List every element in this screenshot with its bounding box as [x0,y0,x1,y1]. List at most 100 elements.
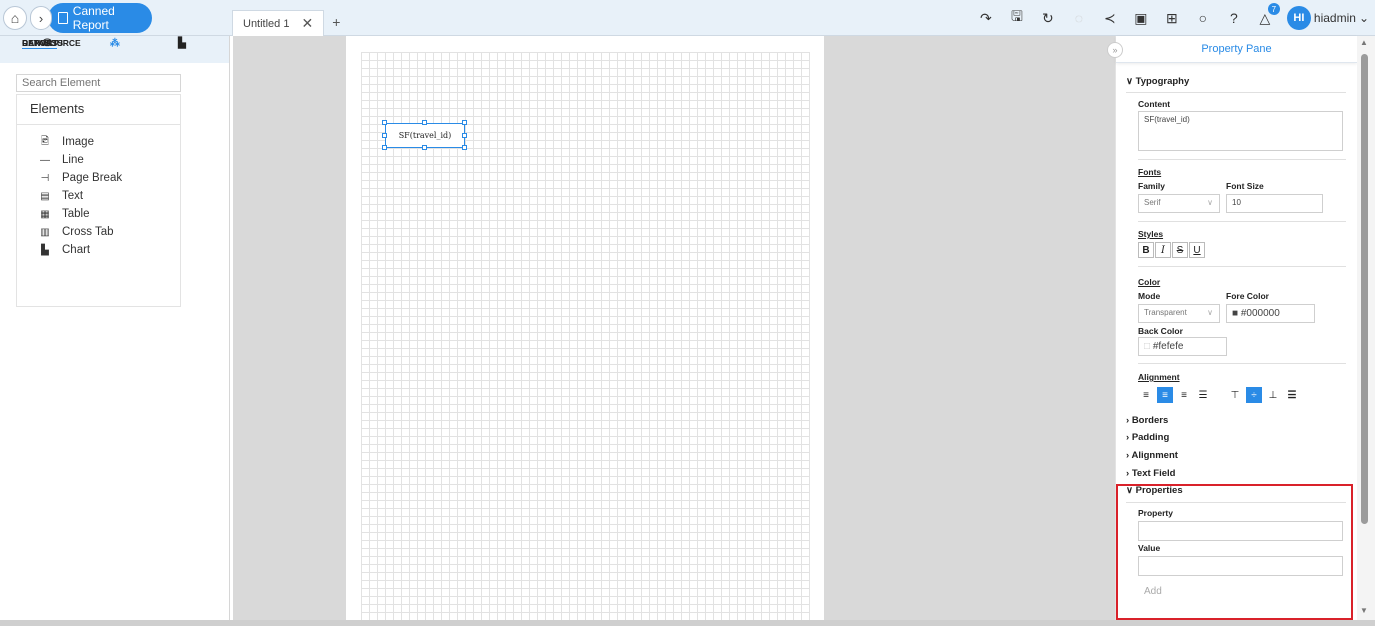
family-label: Family [1138,181,1165,191]
user-menu[interactable]: HI hiadmin ⌄ [1286,6,1369,30]
loading-icon: ◌ [1074,10,1084,26]
chart-icon: ▙ [178,38,186,49]
scroll-down-icon[interactable]: ▼ [1360,606,1368,615]
add-tab-button[interactable]: + [332,14,340,30]
alignment-label: Alignment [1138,372,1180,382]
resize-handle[interactable] [422,145,427,150]
mode-label: Mode [1138,291,1161,301]
redo-icon[interactable]: ↷ [977,9,995,27]
scroll-thumb[interactable] [1361,54,1368,524]
element-image[interactable]: 🖻 Image [38,133,180,151]
section-alignment[interactable]: › Alignment [1126,450,1178,461]
report-page[interactable]: SF(travel_id) [346,36,824,620]
resize-handle[interactable] [382,133,387,138]
collapse-pane-icon[interactable]: » [1107,42,1123,58]
canvas-area: SF(travel_id) [233,36,1115,620]
back-color-input[interactable]: □ #fefefe [1138,337,1227,356]
align-top-icon[interactable]: ⊤ [1227,387,1243,403]
align-center-icon[interactable]: ≡ [1157,387,1173,403]
align-justify-icon[interactable]: ☰ [1195,387,1211,403]
canvas-icon: ⁂ [109,38,120,49]
bottom-strip [0,620,1375,626]
bold-button[interactable]: B [1138,242,1154,258]
image-icon: 🖻 [40,135,50,147]
section-typography[interactable]: ∨ Typography [1126,76,1189,87]
home-icon[interactable]: ⌂ [3,6,27,30]
resize-handle[interactable] [462,120,467,125]
tab-label: Untitled 1 [243,17,290,30]
font-family-select[interactable]: Serif ∨ [1138,194,1220,213]
element-page-break[interactable]: ⊣ Page Break [38,169,180,187]
elements-box: Elements 🖻 Image — Line ⊣ Page Break ▤ T… [16,94,181,307]
resize-handle[interactable] [462,145,467,150]
elements-title: Elements [17,95,180,125]
section-borders[interactable]: › Borders [1126,415,1168,426]
styles-label: Styles [1138,229,1164,239]
chevron-right-icon: › [1126,468,1130,479]
refresh-icon[interactable]: ↻ [1039,9,1057,27]
properties-highlight [1116,484,1353,620]
table-icon: ▦ [40,208,50,220]
tab-reports[interactable]: ▙ REPORTS [22,36,186,63]
breadcrumb-chevron-icon[interactable]: › [30,6,52,30]
align-middle-icon[interactable]: ÷ [1246,387,1262,403]
element-line[interactable]: — Line [38,151,180,169]
color-label: Color [1138,277,1161,287]
tab-bar: Untitled 1 ✕ + [232,8,340,36]
divider [1138,159,1346,160]
fore-color-input[interactable]: ■ #000000 [1226,304,1315,323]
chart-icon: ▙ [41,244,49,256]
share-icon[interactable]: ≺ [1101,9,1119,27]
resize-handle[interactable] [462,133,467,138]
layout-icon[interactable]: ⊞ [1163,9,1181,27]
bell-icon[interactable]: △ 7 [1256,3,1280,27]
element-cross-tab[interactable]: ▥ Cross Tab [38,223,180,241]
help-icon[interactable]: ? [1225,9,1243,27]
left-panel: ⛁ DATASOURCE ⁂ CANVAS ▙ REPORTS Elements… [0,36,230,624]
canvas-grid[interactable]: SF(travel_id) [361,52,810,620]
pane-scrollbar[interactable]: ▲ ▼ [1357,36,1375,620]
divider [1138,221,1346,222]
element-table[interactable]: ▦ Table [38,205,180,223]
toolbar: ↷ 🖫 ↻ ◌ ≺ ▣ ⊞ ○ ? △ 7 HI hiadmin ⌄ [977,3,1369,32]
chevron-right-icon: › [1126,415,1130,426]
color-swatch-icon: ■ [1232,308,1239,319]
align-right-icon[interactable]: ≡ [1176,387,1192,403]
font-size-input[interactable]: 10 [1226,194,1323,213]
breadcrumb-canned-report[interactable]: Canned Report [48,3,152,33]
chevron-down-icon: ∨ [1207,198,1213,207]
element-chart[interactable]: ▙ Chart [38,241,180,259]
underline-button[interactable]: U [1189,242,1205,258]
page-break-icon: ⊣ [40,172,50,184]
top-bar: ⌂ Canned Report › Untitled 1 ✕ + ↷ 🖫 ↻ ◌… [0,0,1375,36]
strikethrough-button[interactable]: S [1172,242,1188,258]
save-icon[interactable]: 🖫 [1008,8,1026,27]
scroll-up-icon[interactable]: ▲ [1360,38,1368,47]
content-textarea[interactable]: SF(travel_id) [1138,111,1343,151]
close-icon[interactable]: ✕ [301,15,313,32]
tab-canvas[interactable]: ⁂ CANVAS [22,36,120,63]
italic-button[interactable]: I [1155,242,1171,258]
tab-untitled-1[interactable]: Untitled 1 ✕ [232,10,325,36]
align-bottom-icon[interactable]: ⊥ [1265,387,1281,403]
chevron-right-icon: › [1126,450,1130,461]
avatar: HI [1286,6,1311,30]
resize-handle[interactable] [422,120,427,125]
divider [1138,363,1346,364]
resize-handle[interactable] [382,145,387,150]
cross-tab-icon: ▥ [40,226,50,238]
preview-icon[interactable]: ▣ [1132,9,1150,27]
property-pane-title: Property Pane [1116,36,1357,63]
resize-handle[interactable] [382,120,387,125]
lightbulb-icon[interactable]: ○ [1194,9,1212,27]
section-padding[interactable]: › Padding [1126,432,1169,443]
content-label: Content [1138,99,1171,109]
text-icon: ▤ [40,190,50,202]
search-input[interactable] [16,74,181,92]
align-stretch-icon[interactable]: ☰ [1284,387,1300,403]
chevron-down-icon: ∨ [1207,308,1213,317]
section-text-field[interactable]: › Text Field [1126,468,1175,479]
color-mode-select[interactable]: Transparent ∨ [1138,304,1220,323]
element-text[interactable]: ▤ Text [38,187,180,205]
align-left-icon[interactable]: ≡ [1138,387,1154,403]
